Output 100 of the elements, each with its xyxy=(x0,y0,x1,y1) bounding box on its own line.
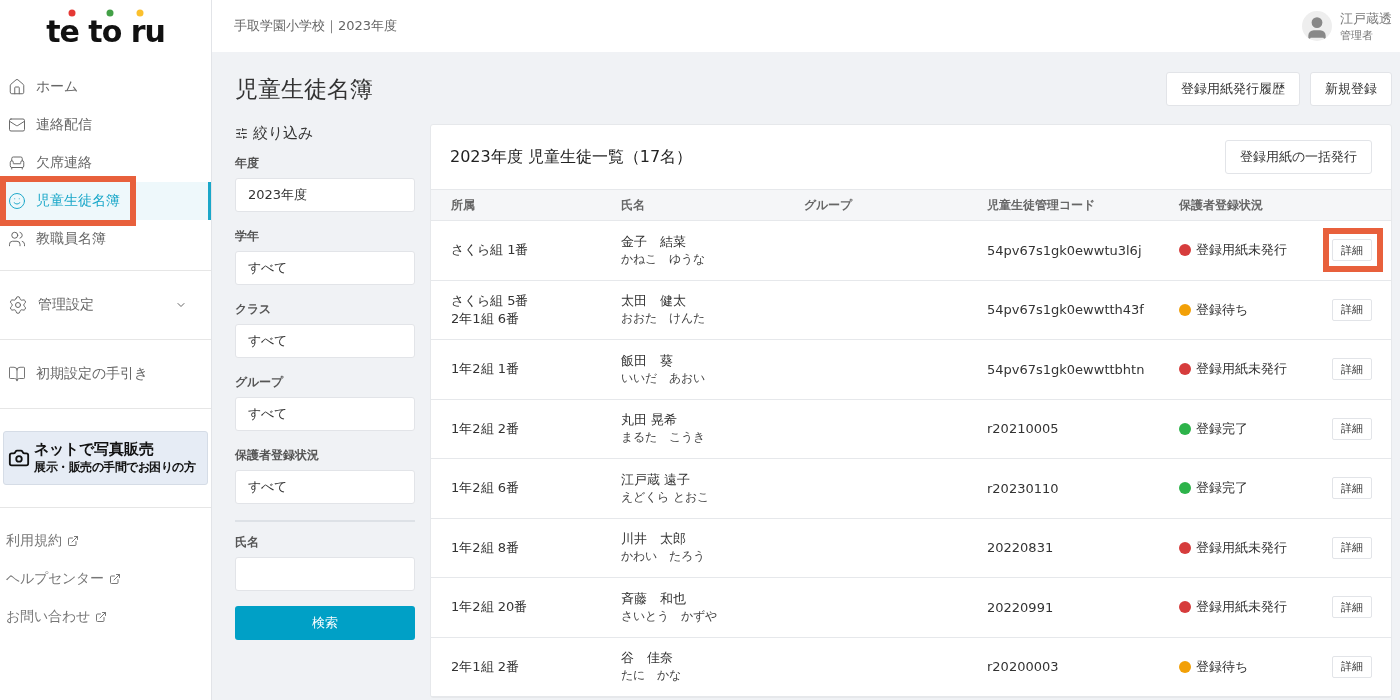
class-cell-text: 1年2組 20番 xyxy=(451,598,529,617)
column-header: 氏名 xyxy=(621,196,646,214)
field-label: 氏名 xyxy=(235,534,260,551)
select-field[interactable]: すべて xyxy=(235,251,415,285)
logo: te to ru xyxy=(46,17,165,47)
class-cell-text: 1年2組 8番 xyxy=(451,538,520,557)
select-field[interactable]: 2023年度 xyxy=(235,178,415,212)
class-cell-text: 1年2組 1番 xyxy=(451,360,520,379)
name-cell-text: 川井 太郎 xyxy=(621,530,687,549)
face-icon xyxy=(8,192,26,210)
status-text: 登録完了 xyxy=(1196,419,1248,438)
kana-text: さいとう かずや xyxy=(621,607,718,625)
banner-subtitle: 展示・販売の手間でお困りの方 xyxy=(34,459,195,476)
field-label: 保護者登録状況 xyxy=(235,447,320,464)
list-title: 2023年度 児童生徒一覧（17名） xyxy=(450,146,693,168)
code-cell-text: r20200003 xyxy=(987,659,1060,675)
select-field[interactable]: すべて xyxy=(235,397,415,431)
user-name: 江戸蔵透 xyxy=(1340,9,1392,28)
name-cell-text: 丸田 晃希 xyxy=(621,411,679,430)
nav-label: 欠席連絡 xyxy=(36,154,92,172)
code-cell-text: 20220991 xyxy=(987,599,1055,615)
detail-button[interactable]: 詳細 xyxy=(1332,298,1372,321)
field-label: 年度 xyxy=(235,155,260,172)
kana-text: えどくら とおこ xyxy=(621,488,710,506)
code-cell-text: 54pv67s1gk0ewwttbhtn xyxy=(987,361,1146,377)
detail-button[interactable]: 詳細 xyxy=(1332,239,1372,262)
people-icon xyxy=(8,230,26,248)
detail-button[interactable]: 詳細 xyxy=(1332,417,1372,440)
column-header: 保護者登録状況 xyxy=(1179,196,1264,214)
field-label: クラス xyxy=(235,301,272,318)
nav-label: ホーム xyxy=(36,78,78,96)
photo-sale-banner[interactable]: ネットで写真販売 展示・販売の手間でお困りの方 xyxy=(3,431,208,485)
external-link[interactable]: 利用規約 xyxy=(6,522,205,560)
status-text: 登録用紙未発行 xyxy=(1196,360,1287,379)
book-icon xyxy=(8,365,26,383)
detail-button[interactable]: 詳細 xyxy=(1332,477,1372,500)
settings-label: 管理設定 xyxy=(38,296,95,314)
select-field[interactable]: すべて xyxy=(235,324,415,358)
code-cell-text: r20230110 xyxy=(987,480,1060,496)
class-cell-text: さくら組 5番 xyxy=(451,291,530,310)
settings-menu[interactable]: 管理設定 xyxy=(8,285,203,325)
bulk-issue-button[interactable]: 登録用紙の一括発行 xyxy=(1225,140,1372,174)
page-title: 児童生徒名簿 xyxy=(235,74,373,104)
settings-icon xyxy=(8,295,28,315)
select-field[interactable]: すべて xyxy=(235,470,415,504)
header-button[interactable]: 新規登録 xyxy=(1310,72,1392,106)
school-title: 手取学園小学校｜2023年度 xyxy=(234,17,398,35)
detail-button[interactable]: 詳細 xyxy=(1332,358,1372,381)
avatar[interactable] xyxy=(1302,11,1332,41)
name-cell-text: 飯田 葵 xyxy=(621,351,674,370)
filter-icon xyxy=(235,127,248,140)
nav-item[interactable]: ホーム xyxy=(0,68,211,106)
kana-text: たに かな xyxy=(621,667,682,685)
nav-item[interactable]: 教職員名簿 xyxy=(0,220,211,258)
external-link-icon xyxy=(67,535,79,547)
name-cell-text: 太田 健太 xyxy=(621,292,687,311)
kana-text: かねこ ゆうな xyxy=(621,250,706,268)
column-header: 児童生徒管理コード xyxy=(987,196,1096,214)
code-cell-text: 54pv67s1gk0ewwtth43f xyxy=(987,302,1145,318)
class-cell-text: 2年1組 6番 xyxy=(451,309,520,328)
name-cell-text: 金子 結菜 xyxy=(621,232,687,251)
code-cell-text: 54pv67s1gk0ewwtu3l6j xyxy=(987,242,1143,258)
camera-icon xyxy=(8,447,30,469)
code-cell-text: r20210005 xyxy=(987,421,1060,437)
external-link[interactable]: ヘルプセンター xyxy=(6,560,205,598)
status-text: 登録用紙未発行 xyxy=(1196,538,1287,557)
guide-link[interactable]: 初期設定の手引き xyxy=(36,365,148,383)
detail-button[interactable]: 詳細 xyxy=(1332,655,1372,678)
column-header: グループ xyxy=(804,196,854,214)
field-label: グループ xyxy=(235,374,285,391)
name-cell-text: 斉藤 和也 xyxy=(621,589,687,608)
name-cell-text: 江戸蔵 遠子 xyxy=(621,470,692,489)
filter-title: 絞り込み xyxy=(253,124,313,143)
class-cell-text: 1年2組 6番 xyxy=(451,479,520,498)
kana-text: おおた けんた xyxy=(621,310,706,328)
nav-item[interactable]: 欠席連絡 xyxy=(0,144,211,182)
status-text: 登録完了 xyxy=(1196,479,1248,498)
status-text: 登録用紙未発行 xyxy=(1196,598,1287,617)
column-header: 所属 xyxy=(451,196,476,214)
class-cell-text: 1年2組 2番 xyxy=(451,419,520,438)
home-icon xyxy=(8,78,26,96)
name-input-field[interactable] xyxy=(235,557,415,591)
status-text: 登録待ち xyxy=(1196,300,1248,319)
detail-button[interactable]: 詳細 xyxy=(1332,536,1372,559)
status-text: 登録待ち xyxy=(1196,657,1248,676)
header-button[interactable]: 登録用紙発行履歴 xyxy=(1166,72,1300,106)
nav-label: 連絡配信 xyxy=(36,116,92,134)
user-role: 管理者 xyxy=(1340,27,1374,43)
class-cell-text: 2年1組 2番 xyxy=(451,657,520,676)
field-label: 学年 xyxy=(235,228,260,245)
kana-text: いいだ あおい xyxy=(621,369,706,387)
detail-button[interactable]: 詳細 xyxy=(1332,596,1372,619)
name-cell-text: 谷 佳奈 xyxy=(621,649,674,668)
class-cell-text: さくら組 1番 xyxy=(451,241,530,260)
external-link-icon xyxy=(95,611,107,623)
external-link[interactable]: お問い合わせ xyxy=(6,598,205,636)
kana-text: まるた こうき xyxy=(621,429,706,447)
nav-item[interactable]: 連絡配信 xyxy=(0,106,211,144)
nav-label: 教職員名簿 xyxy=(36,230,106,248)
code-cell-text: 20220831 xyxy=(987,540,1055,556)
